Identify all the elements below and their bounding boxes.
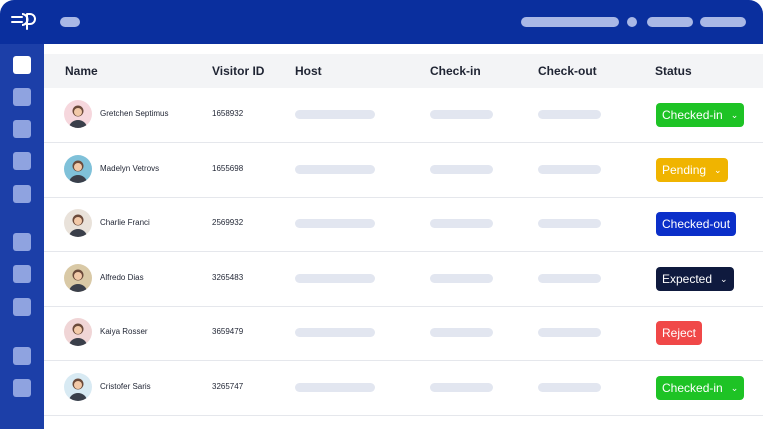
sidebar-item-6[interactable] <box>13 233 31 251</box>
visitor-id: 3265747 <box>212 381 244 391</box>
host-placeholder <box>295 164 375 174</box>
chevron-down-icon[interactable]: ⌄ <box>731 103 739 127</box>
status-badge[interactable]: Checked-in ⌄ <box>656 103 745 127</box>
check-in-placeholder <box>430 110 493 119</box>
status-label: Reject <box>662 326 697 340</box>
host-placeholder <box>295 273 375 283</box>
table-row[interactable]: Charlie Franci 2569932 Checked-out <box>44 197 763 252</box>
check-out-placeholder <box>538 219 601 228</box>
sidebar <box>0 44 44 429</box>
user-placeholder[interactable] <box>647 17 693 27</box>
host-placeholder <box>295 382 375 392</box>
top-bar <box>0 0 763 44</box>
status-label: Pending <box>662 162 707 177</box>
chevron-down-icon[interactable]: ⌄ <box>714 158 722 182</box>
sidebar-item-7[interactable] <box>13 265 31 283</box>
sidebar-item-2[interactable] <box>13 88 31 106</box>
sidebar-item-9[interactable] <box>13 347 31 365</box>
table-row[interactable]: Madelyn Vetrovs 1655698 Pending ⌄ <box>44 143 763 198</box>
check-in-placeholder <box>430 219 493 228</box>
visitor-name: Kaiya Rosser <box>100 327 148 336</box>
table-row[interactable]: Kaiya Rosser 3659479 Reject <box>44 306 763 361</box>
sidebar-item-1[interactable] <box>13 56 31 74</box>
host-placeholder <box>295 328 375 337</box>
host-placeholder <box>295 219 375 228</box>
notification-dot[interactable] <box>627 17 637 27</box>
check-out-placeholder <box>538 328 601 337</box>
status-label: Checked-out <box>662 217 731 231</box>
visitor-id: 1655698 <box>212 163 244 173</box>
column-header-status[interactable]: Status <box>655 54 692 88</box>
chevron-down-icon[interactable]: ⌄ <box>731 376 739 400</box>
visitor-name: Alfredo Dias <box>100 272 144 282</box>
menu-placeholder[interactable] <box>60 17 80 27</box>
table-header: Name Visitor ID Host Check-in Check-out … <box>44 54 763 88</box>
search-placeholder[interactable] <box>521 17 619 27</box>
logo-icon <box>11 13 36 30</box>
visitor-id: 3659479 <box>212 327 244 336</box>
status-label: Expected <box>662 271 713 286</box>
avatar <box>64 372 92 401</box>
check-in-placeholder <box>430 164 493 174</box>
chevron-down-icon[interactable]: ⌄ <box>720 267 728 291</box>
table-row[interactable]: Gretchen Septimus 1658932 Checked-in ⌄ <box>44 88 763 143</box>
visitor-id: 3265483 <box>212 272 244 282</box>
visitor-id: 1658932 <box>212 109 244 118</box>
status-badge[interactable]: Reject <box>656 321 703 345</box>
host-placeholder <box>295 110 375 119</box>
status-label: Checked-in <box>662 380 723 395</box>
check-in-placeholder <box>430 382 493 392</box>
status-badge[interactable]: Checked-out <box>656 212 737 236</box>
visitor-id: 2569932 <box>212 218 244 227</box>
sidebar-item-5[interactable] <box>13 185 31 203</box>
check-out-placeholder <box>538 110 601 119</box>
check-out-placeholder <box>538 164 601 174</box>
sidebar-item-3[interactable] <box>13 120 31 138</box>
status-badge[interactable]: Checked-in ⌄ <box>656 375 745 400</box>
visitors-table: Name Visitor ID Host Check-in Check-out … <box>44 44 763 429</box>
status-label: Checked-in <box>662 108 723 122</box>
check-out-placeholder <box>538 273 601 283</box>
table-row[interactable]: Alfredo Dias 3265483 Expected ⌄ <box>44 252 763 307</box>
status-badge[interactable]: Expected ⌄ <box>656 266 734 291</box>
avatar <box>64 154 92 183</box>
visitor-name: Madelyn Vetrovs <box>100 163 160 173</box>
status-badge[interactable]: Pending ⌄ <box>656 157 728 182</box>
avatar <box>64 100 92 128</box>
sidebar-item-4[interactable] <box>13 152 31 170</box>
column-header-host[interactable]: Host <box>295 54 322 88</box>
visitor-name: Charlie Franci <box>100 218 150 227</box>
avatar <box>64 318 92 346</box>
check-out-placeholder <box>538 382 601 392</box>
visitor-name: Cristofer Saris <box>100 381 151 391</box>
visitor-name: Gretchen Septimus <box>100 109 169 118</box>
column-header-name[interactable]: Name <box>65 54 98 88</box>
app-window: Name Visitor ID Host Check-in Check-out … <box>0 0 763 429</box>
settings-placeholder[interactable] <box>700 17 746 27</box>
column-header-check-in[interactable]: Check-in <box>430 54 481 88</box>
sidebar-item-10[interactable] <box>13 379 31 397</box>
avatar <box>64 209 92 237</box>
column-header-visitor-id[interactable]: Visitor ID <box>212 54 264 88</box>
check-in-placeholder <box>430 328 493 337</box>
avatar <box>64 263 92 292</box>
table-row[interactable]: Cristofer Saris 3265747 Checked-in ⌄ <box>44 361 763 416</box>
column-header-check-out[interactable]: Check-out <box>538 54 597 88</box>
check-in-placeholder <box>430 273 493 283</box>
sidebar-item-8[interactable] <box>13 298 31 316</box>
